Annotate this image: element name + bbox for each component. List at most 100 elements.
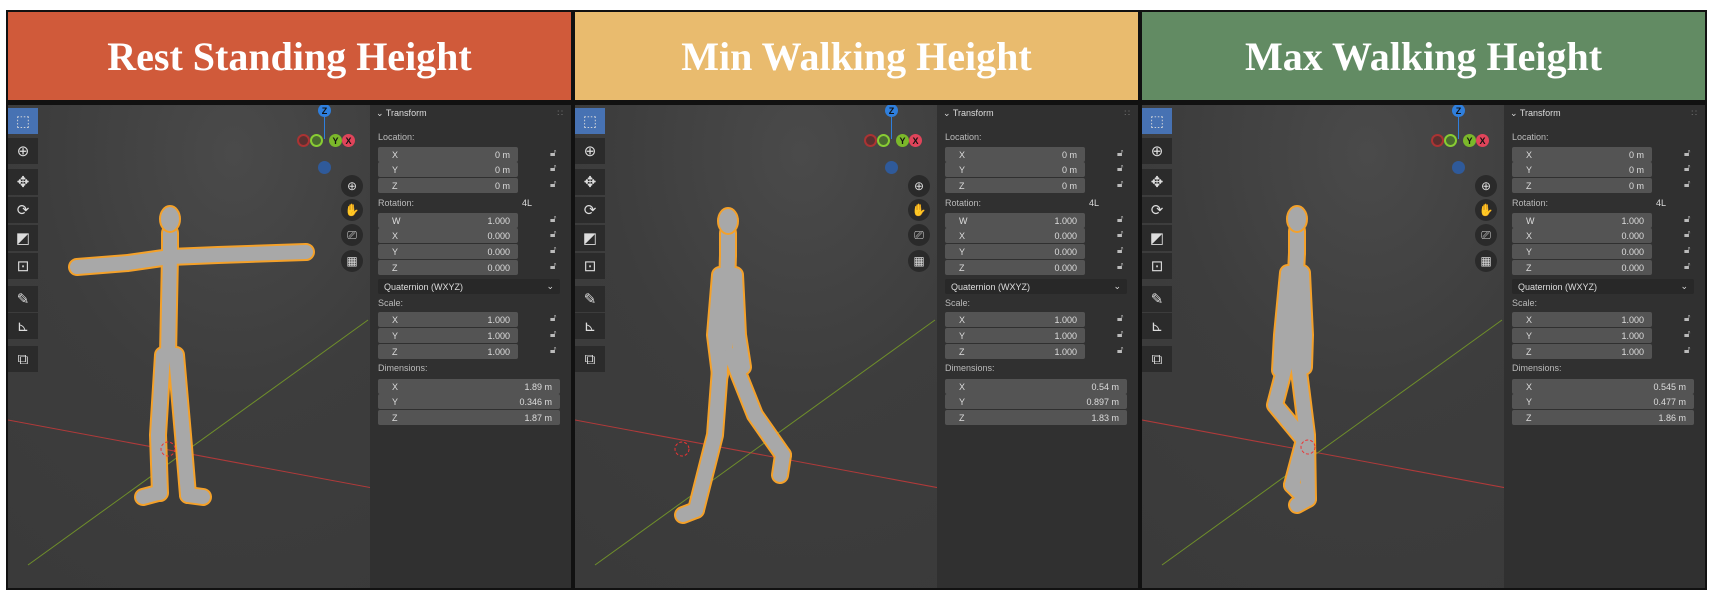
rotate-icon[interactable]: ⟳ bbox=[575, 197, 605, 223]
cursor-icon[interactable]: ⊕ bbox=[8, 138, 38, 164]
gizmo-y-icon[interactable]: Y bbox=[1463, 134, 1476, 147]
rotate-icon[interactable]: ⟳ bbox=[1142, 197, 1172, 223]
lock-icon[interactable]: 🔓︎ bbox=[1684, 163, 1690, 174]
scale-field[interactable]: Z 1.000 bbox=[378, 344, 518, 359]
scale-field[interactable]: X 1.000 bbox=[378, 312, 518, 327]
scale-field[interactable]: Y 1.000 bbox=[945, 328, 1085, 343]
gizmo-y-icon[interactable]: Y bbox=[329, 134, 342, 147]
select-box-icon[interactable]: ⬚ bbox=[1142, 108, 1172, 134]
drag-handle-icon[interactable]: ∷ bbox=[1691, 108, 1697, 119]
dimensions-field[interactable]: Z 1.87 m bbox=[378, 410, 560, 425]
gizmo-neg-y-icon[interactable] bbox=[877, 134, 890, 147]
dimensions-field[interactable]: Y 0.897 m bbox=[945, 394, 1127, 409]
transform-header[interactable]: ⌄ Transform bbox=[1510, 108, 1561, 119]
dimensions-field[interactable]: X 0.545 m bbox=[1512, 379, 1694, 394]
3d-viewport[interactable]: ⬚ ⊕ ✥ ⟳ ◩ ⊡ ✎ ⊾ ⧉ Z Y X ⊕ ✋ ⎚ ▦ ⌄ Transform ∷ Locatio… bbox=[575, 105, 1138, 588]
lock-icon[interactable]: 🔓︎ bbox=[550, 329, 556, 340]
lock-icon[interactable]: 🔓︎ bbox=[1117, 179, 1123, 190]
location-field[interactable]: Z0 m bbox=[945, 178, 1085, 193]
lock-icon[interactable]: 🔓︎ bbox=[1684, 214, 1690, 225]
lock-icon[interactable]: 🔓︎ bbox=[1117, 313, 1123, 324]
dimensions-field[interactable]: Y 0.477 m bbox=[1512, 394, 1694, 409]
rotation-lock-mode-badge[interactable]: 4L bbox=[522, 198, 532, 208]
zoom-icon[interactable]: ⊕ bbox=[908, 175, 930, 197]
lock-icon[interactable]: 🔓︎ bbox=[550, 229, 556, 240]
gizmo-neg-x-icon[interactable] bbox=[1431, 134, 1444, 147]
3d-viewport[interactable]: ⬚ ⊕ ✥ ⟳ ◩ ⊡ ✎ ⊾ ⧉ Z Y X ⊕ ✋ ⎚ ▦ ⌄ Transform ∷ Locatio… bbox=[1142, 105, 1705, 588]
lock-icon[interactable]: 🔓︎ bbox=[550, 313, 556, 324]
cursor-icon[interactable]: ⊕ bbox=[1142, 138, 1172, 164]
scale-icon[interactable]: ◩ bbox=[575, 225, 605, 251]
character-mesh[interactable] bbox=[674, 207, 792, 524]
drag-handle-icon[interactable]: ∷ bbox=[1124, 108, 1130, 119]
rotation-mode-dropdown[interactable]: Quaternion (WXYZ) ⌄ bbox=[945, 279, 1127, 294]
scale-field[interactable]: Z 1.000 bbox=[945, 344, 1085, 359]
select-box-icon[interactable]: ⬚ bbox=[575, 108, 605, 134]
move-icon[interactable]: ✥ bbox=[1142, 169, 1172, 195]
measure-icon[interactable]: ⊾ bbox=[1142, 313, 1172, 339]
lock-icon[interactable]: 🔓︎ bbox=[1684, 245, 1690, 256]
rotation-mode-dropdown[interactable]: Quaternion (WXYZ) ⌄ bbox=[1512, 279, 1694, 294]
rotation-lock-mode-badge[interactable]: 4L bbox=[1089, 198, 1099, 208]
grid-view-icon[interactable]: ▦ bbox=[908, 250, 930, 272]
transform-icon[interactable]: ⊡ bbox=[8, 253, 38, 279]
pan-hand-icon[interactable]: ✋ bbox=[908, 199, 930, 221]
rotation-field[interactable]: X 0.000 bbox=[378, 228, 518, 243]
lock-icon[interactable]: 🔓︎ bbox=[550, 214, 556, 225]
rotation-field[interactable]: Z 0.000 bbox=[378, 260, 518, 275]
lock-icon[interactable]: 🔓︎ bbox=[1117, 345, 1123, 356]
rotation-field[interactable]: W 1.000 bbox=[378, 213, 518, 228]
location-field[interactable]: Z0 m bbox=[378, 178, 518, 193]
dimensions-field[interactable]: X 0.54 m bbox=[945, 379, 1127, 394]
lock-icon[interactable]: 🔓︎ bbox=[1117, 261, 1123, 272]
lock-icon[interactable]: 🔓︎ bbox=[1117, 214, 1123, 225]
rotation-field[interactable]: Y 0.000 bbox=[945, 244, 1085, 259]
select-box-icon[interactable]: ⬚ bbox=[8, 108, 38, 134]
lock-icon[interactable]: 🔓︎ bbox=[550, 163, 556, 174]
3d-viewport[interactable]: ⬚ ⊕ ✥ ⟳ ◩ ⊡ ✎ ⊾ ⧉ Z Y X ⊕ ✋ ⎚ ▦ ⌄ Transform ∷ Locatio… bbox=[8, 105, 571, 588]
lock-icon[interactable]: 🔓︎ bbox=[1684, 179, 1690, 190]
character-mesh[interactable] bbox=[1266, 205, 1317, 514]
scale-field[interactable]: X 1.000 bbox=[1512, 312, 1652, 327]
lock-icon[interactable]: 🔓︎ bbox=[1117, 329, 1123, 340]
pan-hand-icon[interactable]: ✋ bbox=[1475, 199, 1497, 221]
scale-field[interactable]: Y 1.000 bbox=[378, 328, 518, 343]
cursor-icon[interactable]: ⊕ bbox=[575, 138, 605, 164]
drag-handle-icon[interactable]: ∷ bbox=[557, 108, 563, 119]
scale-icon[interactable]: ◩ bbox=[8, 225, 38, 251]
camera-icon[interactable]: ⎚ bbox=[1475, 224, 1497, 246]
lock-icon[interactable]: 🔓︎ bbox=[550, 245, 556, 256]
gizmo-neg-z-icon[interactable] bbox=[885, 161, 898, 174]
gizmo-neg-x-icon[interactable] bbox=[864, 134, 877, 147]
transform-header[interactable]: ⌄ Transform bbox=[943, 108, 994, 119]
camera-icon[interactable]: ⎚ bbox=[341, 224, 363, 246]
transform-icon[interactable]: ⊡ bbox=[1142, 253, 1172, 279]
rotation-field[interactable]: W 1.000 bbox=[1512, 213, 1652, 228]
grid-view-icon[interactable]: ▦ bbox=[1475, 250, 1497, 272]
rotation-field[interactable]: X 0.000 bbox=[1512, 228, 1652, 243]
location-field[interactable]: Y0 m bbox=[378, 162, 518, 177]
dimensions-field[interactable]: Z 1.83 m bbox=[945, 410, 1127, 425]
add-cube-icon[interactable]: ⧉ bbox=[1142, 346, 1172, 372]
rotation-field[interactable]: Y 0.000 bbox=[378, 244, 518, 259]
move-icon[interactable]: ✥ bbox=[575, 169, 605, 195]
add-cube-icon[interactable]: ⧉ bbox=[575, 346, 605, 372]
lock-icon[interactable]: 🔓︎ bbox=[550, 345, 556, 356]
location-field[interactable]: Z0 m bbox=[1512, 178, 1652, 193]
gizmo-x-icon[interactable]: X bbox=[909, 134, 922, 147]
gizmo-neg-z-icon[interactable] bbox=[318, 161, 331, 174]
location-field[interactable]: X0 m bbox=[1512, 147, 1652, 162]
lock-icon[interactable]: 🔓︎ bbox=[1684, 313, 1690, 324]
dimensions-field[interactable]: X 1.89 m bbox=[378, 379, 560, 394]
lock-icon[interactable]: 🔓︎ bbox=[550, 179, 556, 190]
lock-icon[interactable]: 🔓︎ bbox=[550, 261, 556, 272]
rotation-field[interactable]: W 1.000 bbox=[945, 213, 1085, 228]
gizmo-neg-x-icon[interactable] bbox=[297, 134, 310, 147]
location-field[interactable]: Y0 m bbox=[945, 162, 1085, 177]
annotate-icon[interactable]: ✎ bbox=[575, 286, 605, 312]
add-cube-icon[interactable]: ⧉ bbox=[8, 346, 38, 372]
rotation-mode-dropdown[interactable]: Quaternion (WXYZ) ⌄ bbox=[378, 279, 560, 294]
scale-field[interactable]: Z 1.000 bbox=[1512, 344, 1652, 359]
gizmo-y-icon[interactable]: Y bbox=[896, 134, 909, 147]
annotate-icon[interactable]: ✎ bbox=[8, 286, 38, 312]
